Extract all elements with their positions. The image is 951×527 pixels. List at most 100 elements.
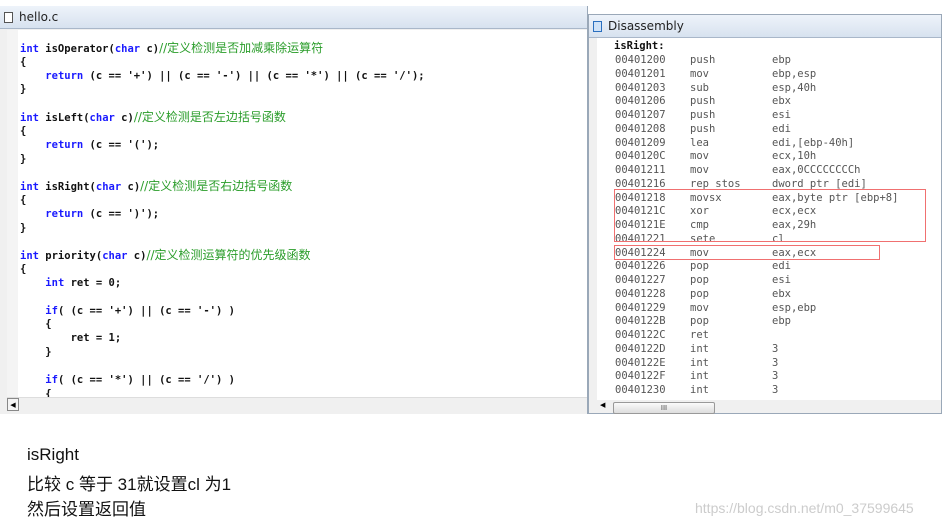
comment: //定义检测是否左边括号函数 [133,110,286,125]
disassembly-title-bar: Disassembly [589,15,941,38]
operands: ebp [772,54,791,66]
address: 00401228 [615,287,666,300]
disassembly-row[interactable]: 00401206 push ebx [597,94,941,108]
mnemonic: push [690,54,716,66]
mnemonic: int [690,370,709,383]
disassembly-row[interactable]: 0040122E int 3 [597,356,941,370]
code-line: } [20,82,26,96]
scroll-left-button[interactable]: ◀ [7,398,19,411]
keyword: char [95,181,122,194]
code-text: (c == ')'); [83,207,160,220]
mnemonic: mov [690,150,709,163]
disassembly-row[interactable]: 00401229 mov esp,ebp [597,301,941,315]
address: 0040122B [615,315,666,328]
disassembly-row[interactable]: 00401211 mov eax,0CCCCCCCCh [597,163,941,177]
mnemonic: int [690,342,709,355]
mnemonic: pop [690,260,709,273]
keyword: int [20,112,39,125]
operands: 3 [772,356,779,369]
disassembly-row[interactable]: 0040122C ret [597,328,941,342]
code-line: { [20,317,51,331]
mnemonic: push [690,95,716,108]
operands: esp,ebp [772,301,817,314]
code-line: { [20,262,26,276]
operands: ebp,esp [772,67,817,80]
operands: eax,0CCCCCCCCh [772,164,861,176]
disassembly-row[interactable]: 00401227 pop esi [597,273,941,287]
comment: //定义检测是否右边括号函数 [140,179,293,194]
code-text: ( (c == '+') || (c == '-') ) [57,304,235,317]
disassembly-title: Disassembly [608,19,684,33]
disassembly-icon [593,20,602,32]
operands: esi [772,274,791,286]
code-text: isLeft( [38,112,90,125]
mnemonic: lea [690,136,709,149]
keyword: if [45,304,58,317]
address: 0040122C [615,329,666,341]
disassembly-row[interactable]: 00401228 pop ebx [597,287,941,301]
operands: esi [772,109,791,121]
disassembly-row[interactable]: 0040122B pop ebp [597,314,941,328]
code-text: ret = 1; [20,332,122,345]
address: 00401230 [615,384,666,396]
keyword: return [45,69,84,82]
mnemonic: pop [690,315,709,328]
file-icon [4,11,13,23]
disassembly-row[interactable]: 00401200 push ebp [597,53,941,67]
disassembly-row[interactable]: 00401226 pop edi [597,259,941,273]
operands: 3 [772,342,779,355]
editor-title-bar: hello.c [0,6,587,29]
keyword: char [89,112,115,125]
code-area[interactable]: int isOperator(char c)//定义检测是否加减乘除运算符{ r… [7,30,587,397]
operands: ecx,10h [772,150,817,163]
mnemonic: push [690,122,716,135]
disassembly-row[interactable]: 00401230 int 3 [597,383,941,397]
address: 0040122E [615,356,666,369]
mnemonic: sub [690,81,709,94]
address: 00401211 [615,164,666,176]
disassembly-row[interactable]: 0040120C mov ecx,10h [597,149,941,163]
code-text: (c == '+') || (c == '-') || (c == '*') |… [83,69,425,82]
address: 00401207 [615,109,666,121]
disassembly-row[interactable]: 0040122D int 3 [597,342,941,356]
code-line: return (c == ')'); [20,207,159,221]
disassembly-row[interactable]: 00401203 sub esp,40h [597,81,941,95]
code-text: isRight( [38,181,96,194]
code-line: if( (c == '+') || (c == '-') ) [20,304,235,318]
code-line: { [20,387,51,398]
code-line: { [20,55,26,69]
disassembly-listing[interactable]: isRight: 00401200 push ebp 00401201 mov ebp,e… [597,38,941,400]
code-line: int priority(char c)//定义检测运算符的优先级函数 [20,248,311,262]
address: 00401208 [615,122,666,135]
address: 00401201 [615,67,666,80]
code-line: return (c == '('); [20,138,159,152]
disassembly-row[interactable]: 00401207 push esi [597,108,941,122]
code-text: { [20,124,27,137]
highlight-box [614,189,926,242]
code-text: { [20,194,27,207]
mnemonic: mov [690,301,709,314]
code-text: (c == '('); [83,138,160,151]
address: 00401226 [615,260,666,273]
operands: edi [772,260,791,273]
scroll-thumb[interactable]: III [613,402,715,414]
code-text: ret = 0; [64,276,122,289]
editor-title: hello.c [19,10,59,24]
editor-horizontal-scrollbar[interactable]: ◀ [7,397,587,412]
watermark: https://blog.csdn.net/m0_37599645 [695,500,914,516]
disassembly-window: Disassembly isRight: 00401200 push ebp 0040… [588,14,942,414]
disassembly-row[interactable]: 00401209 lea edi,[ebp-40h] [597,136,941,150]
disassembly-row[interactable]: 00401201 mov ebp,esp [597,67,941,81]
code-text: isOperator( [38,43,115,55]
address: 0040120C [615,150,666,163]
disassembly-row[interactable]: 00401208 push edi [597,122,941,136]
code-line: { [20,193,26,207]
code-text: ( (c == '*') || (c == '/') ) [57,373,235,386]
disassembly-horizontal-scrollbar[interactable]: ◀ III [597,401,941,414]
disassembly-row[interactable]: 0040122F int 3 [597,369,941,383]
scroll-left-arrow-icon[interactable]: ◀ [600,401,605,409]
